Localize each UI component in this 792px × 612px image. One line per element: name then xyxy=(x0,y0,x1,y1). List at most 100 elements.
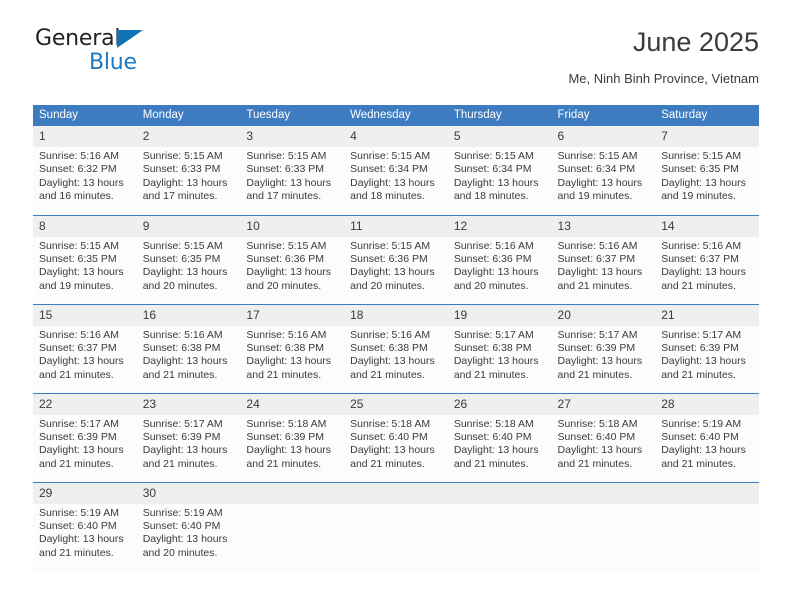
day-number xyxy=(655,482,759,504)
day-cell[interactable]: 28 Sunrise: 5:19 AM Sunset: 6:40 PM Dayl… xyxy=(655,392,759,482)
day-cell[interactable]: 11 Sunrise: 5:15 AM Sunset: 6:36 PM Dayl… xyxy=(344,214,448,304)
day-number xyxy=(344,482,448,504)
sunset-text: Sunset: 6:38 PM xyxy=(453,341,532,354)
sunrise-text: Sunrise: 5:16 AM xyxy=(39,150,119,162)
day-cell[interactable]: 5 Sunrise: 5:15 AM Sunset: 6:34 PM Dayli… xyxy=(447,126,552,215)
day-number: 14 xyxy=(655,215,759,237)
calendar-week-row: 22 Sunrise: 5:17 AM Sunset: 6:39 PM Dayl… xyxy=(33,392,759,482)
day-details: Sunrise: 5:16 AM Sunset: 6:37 PM Dayligh… xyxy=(655,237,759,294)
sunrise-text: Sunrise: 5:16 AM xyxy=(453,239,534,252)
day-details: Sunrise: 5:17 AM Sunset: 6:38 PM Dayligh… xyxy=(448,326,552,383)
day-number: 8 xyxy=(33,215,137,237)
daylight-text-line1: Daylight: 13 hours xyxy=(557,444,643,457)
daylight-text-line1: Daylight: 13 hours xyxy=(661,266,746,279)
day-number: 4 xyxy=(344,126,448,147)
day-cell[interactable]: 24 Sunrise: 5:18 AM Sunset: 6:39 PM Dayl… xyxy=(240,392,345,482)
day-number: 23 xyxy=(136,393,241,415)
day-details: Sunrise: 5:18 AM Sunset: 6:40 PM Dayligh… xyxy=(552,415,656,472)
day-cell[interactable]: 25 Sunrise: 5:18 AM Sunset: 6:40 PM Dayl… xyxy=(344,392,448,482)
weekday-header-saturday: Saturday xyxy=(655,105,759,126)
sunrise-text: Sunrise: 5:16 AM xyxy=(557,239,638,252)
day-cell[interactable]: 3 Sunrise: 5:15 AM Sunset: 6:33 PM Dayli… xyxy=(240,126,345,215)
day-cell[interactable]: 21 Sunrise: 5:17 AM Sunset: 6:39 PM Dayl… xyxy=(655,303,759,393)
daylight-text-line1: Daylight: 13 hours xyxy=(142,355,228,368)
day-number: 6 xyxy=(551,126,656,147)
day-cell[interactable]: 27 Sunrise: 5:18 AM Sunset: 6:40 PM Dayl… xyxy=(551,392,656,482)
day-cell[interactable]: 30 Sunrise: 5:19 AM Sunset: 6:40 PM Dayl… xyxy=(136,481,241,571)
day-details: Sunrise: 5:15 AM Sunset: 6:34 PM Dayligh… xyxy=(448,147,552,204)
day-cell[interactable]: 18 Sunrise: 5:16 AM Sunset: 6:38 PM Dayl… xyxy=(344,303,448,393)
day-cell[interactable]: 23 Sunrise: 5:17 AM Sunset: 6:39 PM Dayl… xyxy=(136,392,241,482)
day-number: 28 xyxy=(655,393,759,415)
day-details: Sunrise: 5:15 AM Sunset: 6:35 PM Dayligh… xyxy=(33,237,137,294)
sunset-text: Sunset: 6:35 PM xyxy=(661,163,739,176)
sunrise-text: Sunrise: 5:15 AM xyxy=(557,150,638,162)
daylight-text-line1: Daylight: 13 hours xyxy=(453,355,539,368)
sunset-text: Sunset: 6:37 PM xyxy=(661,252,739,265)
generalblue-logo: General Blue xyxy=(33,26,233,82)
logo-text-blue: Blue xyxy=(89,50,137,75)
day-cell[interactable]: 26 Sunrise: 5:18 AM Sunset: 6:40 PM Dayl… xyxy=(447,392,552,482)
sunset-text: Sunset: 6:40 PM xyxy=(661,430,739,443)
day-number xyxy=(240,482,345,504)
calendar-page: General Blue June 2025 Me, Ninh Binh Pro… xyxy=(0,0,792,612)
day-details: Sunrise: 5:16 AM Sunset: 6:38 PM Dayligh… xyxy=(344,326,448,383)
day-cell[interactable]: 6 Sunrise: 5:15 AM Sunset: 6:34 PM Dayli… xyxy=(551,126,656,215)
day-cell[interactable]: 1 Sunrise: 5:16 AM Sunset: 6:32 PM Dayli… xyxy=(33,126,137,215)
weekday-header-wednesday: Wednesday xyxy=(344,105,448,126)
day-number xyxy=(447,482,552,504)
calendar-week-row: 29 Sunrise: 5:19 AM Sunset: 6:40 PM Dayl… xyxy=(33,481,759,571)
day-cell[interactable]: 10 Sunrise: 5:15 AM Sunset: 6:36 PM Dayl… xyxy=(240,214,345,304)
sunset-text: Sunset: 6:39 PM xyxy=(39,430,117,443)
day-cell[interactable]: 8 Sunrise: 5:15 AM Sunset: 6:35 PM Dayli… xyxy=(33,214,137,304)
day-details: Sunrise: 5:15 AM Sunset: 6:34 PM Dayligh… xyxy=(552,147,656,204)
day-cell[interactable]: 2 Sunrise: 5:15 AM Sunset: 6:33 PM Dayli… xyxy=(136,126,241,215)
day-number: 3 xyxy=(240,126,345,147)
sunrise-text: Sunrise: 5:15 AM xyxy=(246,150,327,162)
day-cell[interactable]: 29 Sunrise: 5:19 AM Sunset: 6:40 PM Dayl… xyxy=(33,481,137,571)
day-details: Sunrise: 5:15 AM Sunset: 6:35 PM Dayligh… xyxy=(655,147,759,204)
daylight-text-line2: and 20 minutes. xyxy=(246,279,322,292)
sunset-text: Sunset: 6:39 PM xyxy=(142,430,221,443)
day-cell[interactable]: 9 Sunrise: 5:15 AM Sunset: 6:35 PM Dayli… xyxy=(136,214,241,304)
day-cell[interactable]: 20 Sunrise: 5:17 AM Sunset: 6:39 PM Dayl… xyxy=(551,303,656,393)
day-number: 29 xyxy=(33,482,137,504)
day-details: Sunrise: 5:15 AM Sunset: 6:34 PM Dayligh… xyxy=(344,147,448,204)
day-details: Sunrise: 5:16 AM Sunset: 6:36 PM Dayligh… xyxy=(448,237,552,294)
day-cell[interactable]: 17 Sunrise: 5:16 AM Sunset: 6:38 PM Dayl… xyxy=(240,303,345,393)
daylight-text-line1: Daylight: 13 hours xyxy=(142,444,228,457)
daylight-text-line2: and 21 minutes. xyxy=(557,368,633,381)
weekday-header-friday: Friday xyxy=(551,105,656,126)
daylight-text-line2: and 17 minutes. xyxy=(246,190,322,203)
daylight-text-line1: Daylight: 13 hours xyxy=(661,176,746,189)
day-number: 17 xyxy=(240,304,345,326)
day-cell[interactable]: 4 Sunrise: 5:15 AM Sunset: 6:34 PM Dayli… xyxy=(344,126,448,215)
day-cell[interactable]: 7 Sunrise: 5:15 AM Sunset: 6:35 PM Dayli… xyxy=(655,126,759,215)
sunrise-text: Sunrise: 5:16 AM xyxy=(39,328,119,341)
day-cell[interactable]: 14 Sunrise: 5:16 AM Sunset: 6:37 PM Dayl… xyxy=(655,214,759,304)
daylight-text-line1: Daylight: 13 hours xyxy=(142,533,228,546)
day-details: Sunrise: 5:15 AM Sunset: 6:35 PM Dayligh… xyxy=(137,237,241,294)
day-cell[interactable]: 22 Sunrise: 5:17 AM Sunset: 6:39 PM Dayl… xyxy=(33,392,137,482)
day-cell[interactable]: 19 Sunrise: 5:17 AM Sunset: 6:38 PM Dayl… xyxy=(447,303,552,393)
sunrise-text: Sunrise: 5:15 AM xyxy=(453,150,534,162)
daylight-text-line1: Daylight: 13 hours xyxy=(39,176,124,189)
daylight-text-line2: and 21 minutes. xyxy=(142,368,218,381)
daylight-text-line1: Daylight: 13 hours xyxy=(39,444,124,457)
day-cell[interactable]: 13 Sunrise: 5:16 AM Sunset: 6:37 PM Dayl… xyxy=(551,214,656,304)
day-details: Sunrise: 5:17 AM Sunset: 6:39 PM Dayligh… xyxy=(33,415,137,472)
day-cell[interactable]: 15 Sunrise: 5:16 AM Sunset: 6:37 PM Dayl… xyxy=(33,303,137,393)
daylight-text-line2: and 21 minutes. xyxy=(246,457,322,470)
day-details: Sunrise: 5:16 AM Sunset: 6:37 PM Dayligh… xyxy=(33,326,137,383)
sunset-text: Sunset: 6:39 PM xyxy=(661,341,739,354)
day-details: Sunrise: 5:16 AM Sunset: 6:38 PM Dayligh… xyxy=(240,326,344,383)
daylight-text-line2: and 18 minutes. xyxy=(453,190,529,203)
daylight-text-line1: Daylight: 13 hours xyxy=(453,176,539,189)
day-number: 7 xyxy=(655,126,759,147)
sunrise-text: Sunrise: 5:19 AM xyxy=(39,506,119,519)
day-cell[interactable]: 12 Sunrise: 5:16 AM Sunset: 6:36 PM Dayl… xyxy=(447,214,552,304)
day-cell[interactable]: 16 Sunrise: 5:16 AM Sunset: 6:38 PM Dayl… xyxy=(136,303,241,393)
day-number: 12 xyxy=(447,215,552,237)
calendar-week-row: 1 Sunrise: 5:16 AM Sunset: 6:32 PM Dayli… xyxy=(33,126,759,215)
day-details: Sunrise: 5:18 AM Sunset: 6:39 PM Dayligh… xyxy=(240,415,344,472)
